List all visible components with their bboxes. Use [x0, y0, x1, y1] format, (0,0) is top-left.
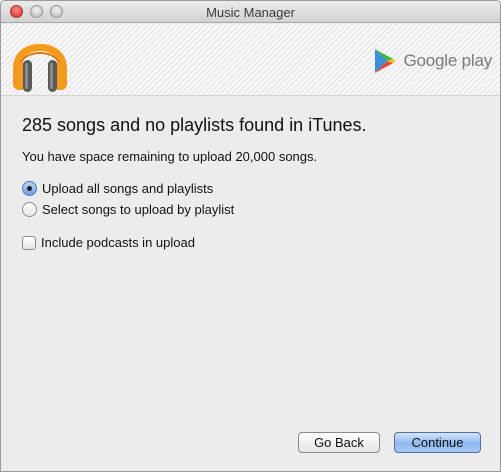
google-play-triangle-icon: [375, 49, 397, 73]
include-podcasts-checkbox[interactable]: [22, 235, 36, 250]
include-podcasts-option[interactable]: Include podcasts in upload: [22, 235, 195, 250]
go-back-button[interactable]: Go Back: [298, 432, 380, 453]
upload-space-text: You have space remaining to upload 20,00…: [22, 149, 318, 164]
continue-button[interactable]: Continue: [394, 432, 481, 453]
title-bar[interactable]: Music Manager: [1, 1, 500, 23]
songs-found-heading: 285 songs and no playlists found in iTun…: [22, 115, 367, 135]
header-banner: Google play: [1, 24, 500, 96]
upload-all-label: Upload all songs and playlists: [42, 181, 214, 196]
google-play-text: Google play: [403, 51, 492, 70]
music-manager-window: Music Manager Google play 285 songs and …: [0, 0, 501, 472]
select-by-playlist-radio[interactable]: [22, 202, 37, 217]
include-podcasts-label: Include podcasts in upload: [41, 235, 195, 250]
select-by-playlist-label: Select songs to upload by playlist: [42, 202, 235, 217]
select-by-playlist-option[interactable]: Select songs to upload by playlist: [22, 202, 234, 217]
headphones-icon: [13, 44, 67, 92]
upload-all-option[interactable]: Upload all songs and playlists: [22, 181, 213, 196]
upload-all-radio[interactable]: [22, 181, 37, 196]
window-title: Music Manager: [206, 5, 295, 20]
google-play-logo: Google play: [373, 46, 492, 76]
